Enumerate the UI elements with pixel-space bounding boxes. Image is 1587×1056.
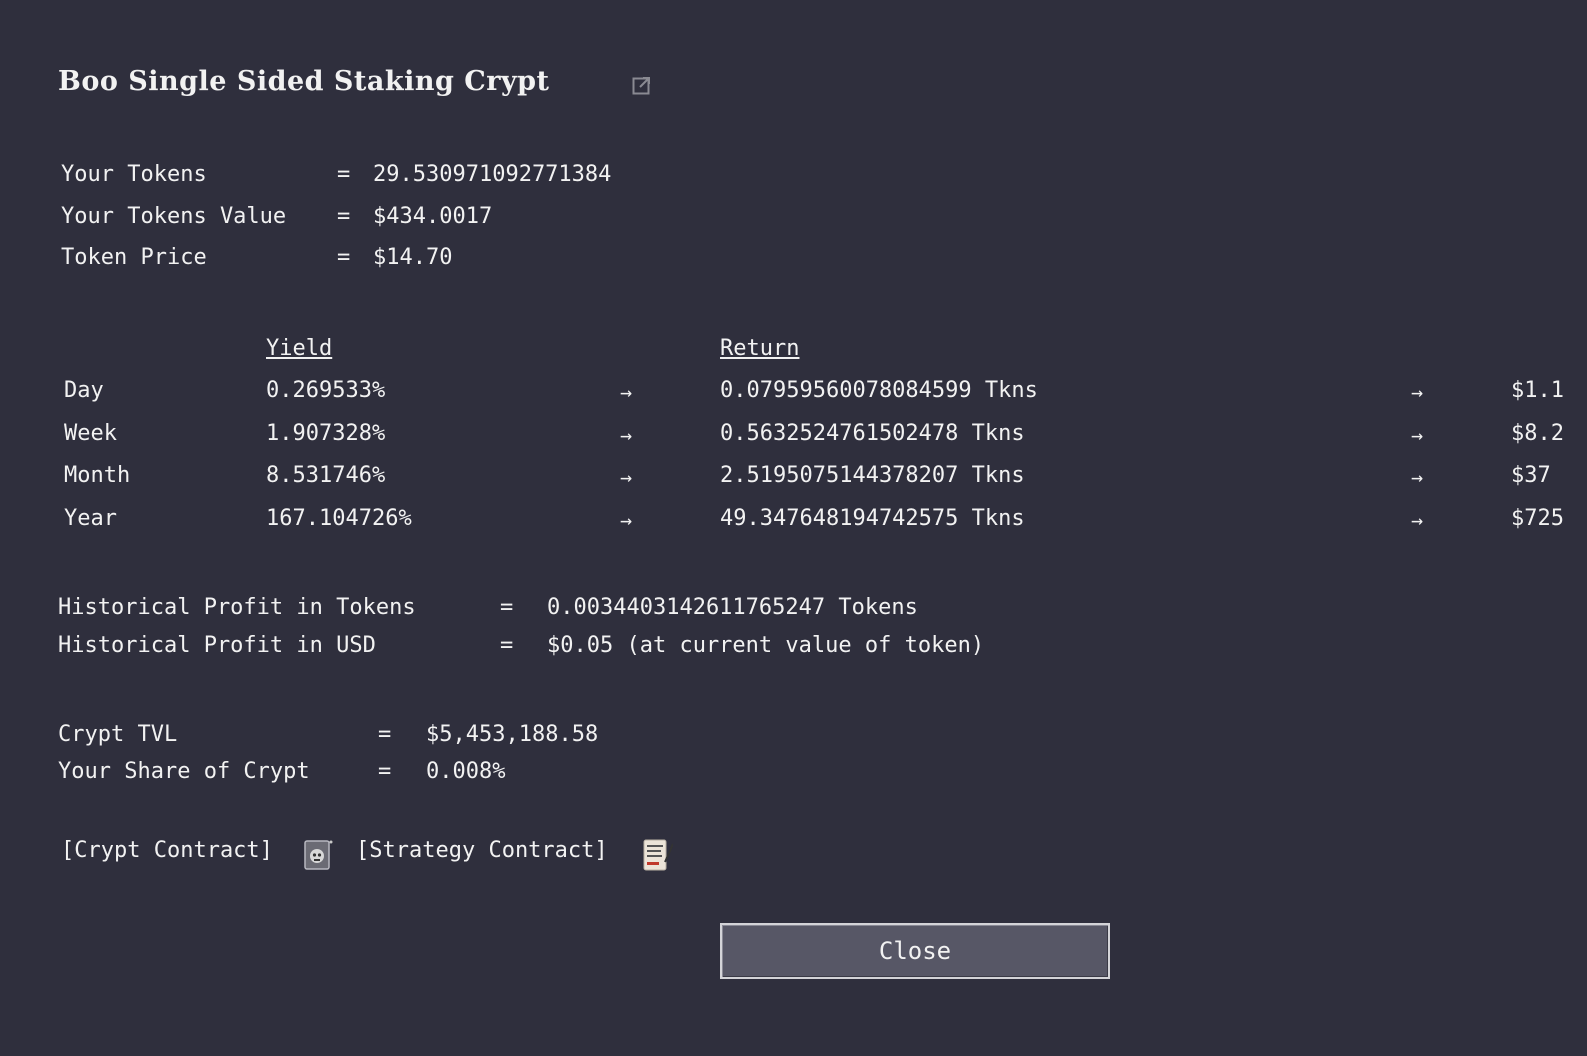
- crypt-share-value: 0.008%: [426, 759, 506, 784]
- arrow-icon: →: [620, 465, 633, 489]
- arrow-icon: →: [1411, 423, 1424, 447]
- historical-usd-label: Historical Profit in USD: [58, 633, 376, 658]
- historical-usd-value: $0.05 (at current value of token): [547, 633, 985, 658]
- row-month-period: Month: [64, 463, 131, 488]
- tokens-value-eq: =: [337, 204, 351, 229]
- crypt-tvl-value: $5,453,188.58: [426, 722, 599, 747]
- row-year-return: 49.347648194742575 Tkns: [720, 506, 1025, 531]
- row-year-usd: $725: [1511, 506, 1564, 531]
- row-week-period: Week: [64, 421, 117, 446]
- crypt-share-label: Your Share of Crypt: [58, 759, 310, 784]
- crypt-tvl-eq: =: [378, 722, 392, 747]
- row-year-period: Year: [64, 506, 117, 531]
- historical-usd-eq: =: [500, 633, 514, 658]
- row-week-yield: 1.907328%: [266, 421, 386, 446]
- tokens-eq: =: [337, 162, 351, 187]
- historical-tokens-eq: =: [500, 595, 514, 620]
- row-day-return: 0.07959560078084599 Tkns: [720, 378, 1038, 403]
- external-link-icon[interactable]: [632, 75, 652, 95]
- row-day-period: Day: [64, 378, 104, 403]
- historical-tokens-label: Historical Profit in Tokens: [58, 595, 416, 620]
- strategy-contract-icon[interactable]: [643, 838, 673, 872]
- token-price-value: $14.70: [373, 245, 453, 270]
- tokens-value-label: Your Tokens Value: [61, 204, 287, 229]
- crypt-contract-icon[interactable]: [303, 838, 333, 872]
- token-price-label: Token Price: [61, 245, 207, 270]
- tokens-value-value: $434.0017: [373, 204, 493, 229]
- token-price-eq: =: [337, 245, 351, 270]
- row-month-return: 2.5195075144378207 Tkns: [720, 463, 1025, 488]
- arrow-icon: →: [1411, 508, 1424, 532]
- strategy-contract-link[interactable]: [Strategy Contract]: [356, 838, 608, 863]
- row-week-usd: $8.2: [1511, 421, 1564, 446]
- row-year-yield: 167.104726%: [266, 506, 412, 531]
- row-day-usd: $1.1: [1511, 378, 1564, 403]
- arrow-icon: →: [1411, 465, 1424, 489]
- tokens-value: 29.530971092771384: [373, 162, 612, 187]
- crypt-contract-link[interactable]: [Crypt Contract]: [61, 838, 273, 863]
- crypt-tvl-label: Crypt TVL: [58, 722, 178, 747]
- row-day-yield: 0.269533%: [266, 378, 386, 403]
- dialog-title: Boo Single Sided Staking Crypt: [58, 66, 550, 97]
- yield-header: Yield: [266, 336, 333, 361]
- tokens-label: Your Tokens: [61, 162, 207, 187]
- arrow-icon: →: [620, 423, 633, 447]
- historical-tokens-value: 0.0034403142611765247 Tokens: [547, 595, 918, 620]
- row-month-yield: 8.531746%: [266, 463, 386, 488]
- close-button[interactable]: Close: [720, 923, 1110, 979]
- arrow-icon: →: [620, 380, 633, 404]
- row-month-usd: $37: [1511, 463, 1551, 488]
- crypt-share-eq: =: [378, 759, 392, 784]
- arrow-icon: →: [620, 508, 633, 532]
- return-header: Return: [720, 336, 800, 361]
- row-week-return: 0.563252476150247​8 Tkns: [720, 421, 1025, 446]
- arrow-icon: →: [1411, 380, 1424, 404]
